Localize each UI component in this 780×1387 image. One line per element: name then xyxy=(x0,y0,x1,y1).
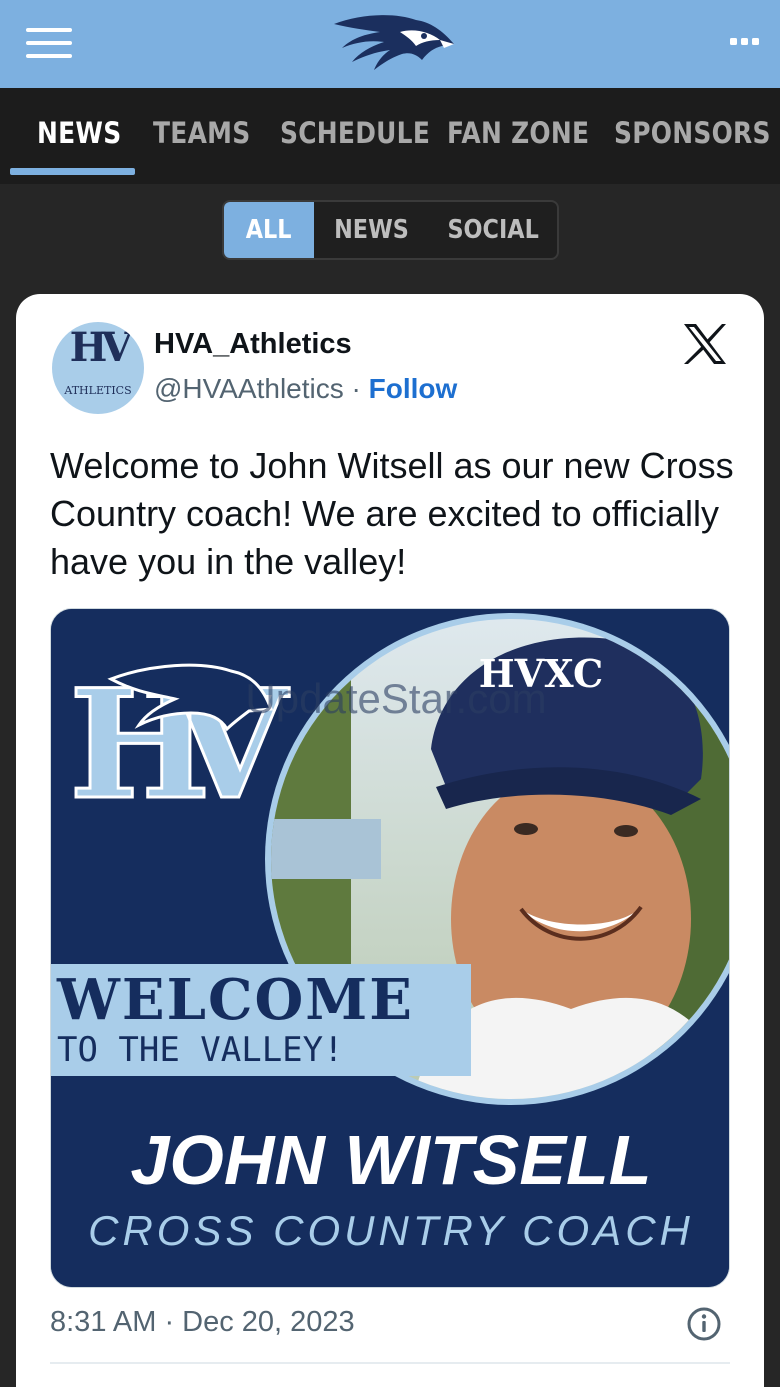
nav-tab-sponsors[interactable]: SPONSORS xyxy=(614,116,771,150)
filter-news[interactable]: NEWS xyxy=(314,202,429,258)
feed-filter: ALL NEWS SOCIAL xyxy=(222,200,559,260)
post-text: Welcome to John Witsell as our new Cross… xyxy=(50,445,734,582)
avatar[interactable]: HV ATHLETICS xyxy=(52,322,144,414)
welcome-heading: WELCOME xyxy=(56,967,414,1033)
nav-tab-fan-zone[interactable]: FAN ZONE xyxy=(447,116,589,150)
filter-all[interactable]: ALL xyxy=(224,202,314,258)
filter-news-label: NEWS xyxy=(334,215,409,245)
post-timestamp[interactable]: 8:31 AM · Dec 20, 2023 xyxy=(50,1306,355,1339)
avatar-monogram: HV xyxy=(69,324,133,371)
active-tab-indicator xyxy=(10,168,135,175)
x-logo-icon[interactable] xyxy=(682,322,728,366)
display-name[interactable]: HVA_Athletics xyxy=(154,328,352,361)
nav-tab-news[interactable]: NEWS xyxy=(37,116,121,150)
avatar-subtitle: ATHLETICS xyxy=(64,384,132,397)
filter-social[interactable]: SOCIAL xyxy=(429,202,557,258)
welcome-subheading: TO THE VALLEY! xyxy=(57,1030,344,1070)
handle-separator: · xyxy=(343,373,369,404)
filter-social-label: SOCIAL xyxy=(447,215,539,245)
hawk-logo[interactable] xyxy=(330,10,458,74)
social-post-card[interactable]: HV ATHLETICS HVA_Athletics @HVAAthletics… xyxy=(16,294,764,1387)
nav-tab-schedule[interactable]: SCHEDULE xyxy=(280,116,430,150)
handle-line: @HVAAthletics · Follow xyxy=(154,373,457,405)
post-image[interactable]: HVXC HV UpdateStar.com WELCOME TO THE VA… xyxy=(50,608,730,1288)
watermark: UpdateStar.com xyxy=(245,675,546,722)
follow-link[interactable]: Follow xyxy=(369,373,458,404)
nav-tab-teams[interactable]: TEAMS xyxy=(153,116,250,150)
filter-all-label: ALL xyxy=(246,215,292,245)
coach-role: CROSS COUNTRY COACH xyxy=(88,1207,694,1254)
info-icon[interactable] xyxy=(686,1306,722,1342)
hamburger-icon[interactable] xyxy=(26,28,72,62)
more-dots-icon[interactable] xyxy=(728,32,762,52)
user-handle[interactable]: @HVAAthletics xyxy=(154,373,344,404)
coach-name: JOHN WITSELL xyxy=(130,1121,651,1199)
app-header xyxy=(0,0,780,88)
divider xyxy=(50,1362,730,1364)
